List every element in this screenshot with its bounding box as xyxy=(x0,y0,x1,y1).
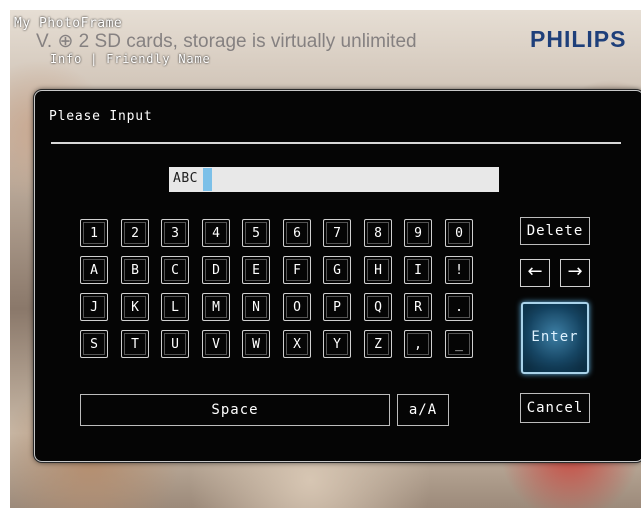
key-0-7[interactable]: 8 xyxy=(364,219,392,247)
photo-background: V. ⊕ 2 SD cards, storage is virtually un… xyxy=(10,10,641,508)
breadcrumb: Info | Friendly Name xyxy=(50,52,211,66)
key-2-0[interactable]: J xyxy=(80,293,108,321)
key-3-7[interactable]: Z xyxy=(364,330,392,358)
key-0-0[interactable]: 1 xyxy=(80,219,108,247)
text-input-field[interactable]: ABC xyxy=(169,167,499,192)
key-1-8[interactable]: I xyxy=(404,256,432,284)
key-1-2[interactable]: C xyxy=(161,256,189,284)
key-3-9[interactable]: _ xyxy=(445,330,473,358)
key-1-5[interactable]: F xyxy=(283,256,311,284)
key-1-3[interactable]: D xyxy=(202,256,230,284)
key-1-0[interactable]: A xyxy=(80,256,108,284)
key-0-5[interactable]: 6 xyxy=(283,219,311,247)
app-title: My PhotoFrame xyxy=(14,16,123,31)
delete-key[interactable]: Delete xyxy=(520,217,590,245)
key-1-4[interactable]: E xyxy=(242,256,270,284)
key-3-2[interactable]: U xyxy=(161,330,189,358)
dialog-title: Please Input xyxy=(49,109,153,124)
key-0-3[interactable]: 4 xyxy=(202,219,230,247)
key-0-4[interactable]: 5 xyxy=(242,219,270,247)
key-3-3[interactable]: V xyxy=(202,330,230,358)
key-0-9[interactable]: 0 xyxy=(445,219,473,247)
input-dialog: Please Input ABC 1 2 3 4 5 6 7 8 9 0 A B C D E F G H I! J K L… xyxy=(34,90,641,462)
key-3-1[interactable]: T xyxy=(121,330,149,358)
text-cursor xyxy=(203,168,212,191)
key-2-4[interactable]: N xyxy=(242,293,270,321)
input-value: ABC xyxy=(173,171,198,186)
key-3-8[interactable]: , xyxy=(404,330,432,358)
key-3-0[interactable]: S xyxy=(80,330,108,358)
key-2-1[interactable]: K xyxy=(121,293,149,321)
key-0-2[interactable]: 3 xyxy=(161,219,189,247)
key-0-6[interactable]: 7 xyxy=(323,219,351,247)
key-2-2[interactable]: L xyxy=(161,293,189,321)
right-arrow-icon[interactable]: → xyxy=(560,259,590,287)
key-1-1[interactable]: B xyxy=(121,256,149,284)
key-3-5[interactable]: X xyxy=(283,330,311,358)
key-0-1[interactable]: 2 xyxy=(121,219,149,247)
left-arrow-icon[interactable]: ← xyxy=(520,259,550,287)
key-1-9[interactable]: ! xyxy=(445,256,473,284)
space-key[interactable]: Space xyxy=(80,394,390,426)
brand-logo: PHILIPS xyxy=(530,26,627,52)
key-3-4[interactable]: W xyxy=(242,330,270,358)
key-0-8[interactable]: 9 xyxy=(404,219,432,247)
key-1-6[interactable]: G xyxy=(323,256,351,284)
enter-key[interactable]: Enter xyxy=(521,302,589,374)
key-2-9[interactable]: . xyxy=(445,293,473,321)
background-caption: V. ⊕ 2 SD cards, storage is virtually un… xyxy=(36,31,417,52)
key-2-5[interactable]: O xyxy=(283,293,311,321)
cancel-key[interactable]: Cancel xyxy=(520,393,590,423)
title-divider xyxy=(51,142,621,144)
key-2-7[interactable]: Q xyxy=(364,293,392,321)
key-3-6[interactable]: Y xyxy=(323,330,351,358)
case-toggle-key[interactable]: a/A xyxy=(397,394,449,426)
key-1-7[interactable]: H xyxy=(364,256,392,284)
key-2-6[interactable]: P xyxy=(323,293,351,321)
key-2-8[interactable]: R xyxy=(404,293,432,321)
key-2-3[interactable]: M xyxy=(202,293,230,321)
